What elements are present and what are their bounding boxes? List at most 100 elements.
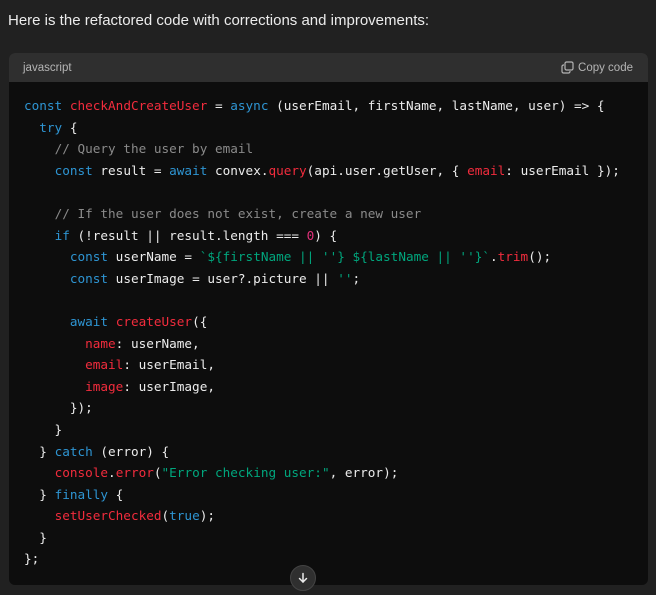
code-token: const — [54, 162, 93, 178]
code-token: : userName, — [115, 335, 200, 351]
clipboard-icon — [561, 61, 574, 74]
code-line: // Query the user by email — [24, 138, 620, 160]
code-token: ; — [352, 270, 361, 286]
code-token: } — [24, 443, 55, 459]
code-token: (!result || result.length === — [69, 227, 307, 243]
code-language-label: javascript — [23, 61, 72, 74]
code-token: await — [69, 313, 109, 329]
code-token: ({ — [192, 313, 208, 329]
code-token: userImage = user?.picture || — [108, 270, 338, 286]
code-token: ( — [161, 508, 170, 524]
code-token: query — [268, 162, 307, 178]
code-token: createUser — [115, 313, 193, 329]
code-token: }); — [24, 400, 93, 416]
code-token: . — [108, 465, 116, 481]
code-line: email: userEmail, — [24, 354, 620, 376]
code-token: result = — [92, 162, 170, 178]
code-block-header: javascript Copy code — [9, 53, 648, 82]
code-line: await createUser({ — [24, 311, 620, 333]
code-token: ); — [199, 508, 215, 524]
code-token: name — [85, 335, 116, 351]
code-token: const — [24, 98, 70, 113]
scroll-to-bottom-button[interactable] — [290, 565, 316, 591]
code-token: email — [467, 162, 506, 178]
code-token: image — [85, 378, 124, 394]
code-line: setUserChecked(true); — [24, 505, 620, 527]
code-token: // If the user does not exist, create a … — [54, 205, 422, 221]
code-token: if — [54, 227, 70, 243]
copy-code-label: Copy code — [578, 61, 633, 74]
code-token: trim — [497, 249, 529, 265]
code-line: } finally { — [24, 484, 620, 506]
code-token: "Error checking user:" — [161, 465, 330, 481]
code-line: const userName = `${firstName || ''} ${l… — [24, 246, 620, 268]
code-line: console.error("Error checking user:", er… — [24, 462, 620, 484]
code-line: image: userImage, — [24, 376, 620, 398]
code-token: (error) { — [92, 443, 170, 459]
arrow-down-icon — [297, 572, 309, 584]
code-token: (api.user.getUser, { — [306, 162, 468, 178]
code-token: await — [169, 162, 208, 178]
code-token: : userImage, — [123, 378, 215, 394]
code-token: true — [169, 508, 200, 524]
code-line: } — [24, 527, 620, 549]
code-line: }; — [24, 548, 620, 570]
code-token: ( — [153, 465, 162, 481]
code-token: '' — [337, 270, 353, 286]
assistant-message-text: Here is the refactored code with correct… — [8, 12, 430, 29]
code-token: { — [108, 486, 124, 502]
code-token: { — [62, 119, 78, 135]
code-token: : userEmail, — [123, 357, 215, 373]
code-token: convex. — [207, 162, 269, 178]
code-block: javascript Copy code const checkAndCreat… — [9, 53, 648, 585]
code-token: : userEmail }); — [505, 162, 620, 178]
code-token: catch — [54, 443, 93, 459]
code-token: = — [207, 98, 231, 113]
code-token: finally — [54, 486, 109, 502]
code-token: ) { — [314, 227, 338, 243]
code-token: try — [39, 119, 63, 135]
code-line: name: userName, — [24, 333, 620, 355]
code-line: const userImage = user?.picture || ''; — [24, 268, 620, 290]
code-token: setUserChecked — [54, 508, 162, 524]
code-token: console — [54, 465, 109, 481]
code-token: (); — [528, 249, 552, 265]
code-token: . — [489, 249, 498, 265]
code-line: const checkAndCreateUser = async (userEm… — [24, 95, 620, 117]
code-token: // Query the user by email — [54, 141, 254, 157]
code-content: const checkAndCreateUser = async (userEm… — [24, 95, 620, 570]
code-token: userName = — [108, 249, 200, 265]
code-token: const — [69, 249, 109, 265]
chat-page: Here is the refactored code with correct… — [0, 0, 656, 595]
code-token: checkAndCreateUser — [69, 98, 208, 113]
code-line: } — [24, 419, 620, 441]
copy-code-button[interactable]: Copy code — [561, 61, 633, 74]
code-token: error — [115, 465, 154, 481]
code-token: , error); — [329, 465, 399, 481]
code-token: `${firstName || ''} ${lastName || ''}` — [199, 249, 490, 265]
code-token: email — [85, 357, 124, 373]
code-token: const — [69, 270, 109, 286]
code-line: if (!result || result.length === 0) { — [24, 225, 620, 247]
code-token: async — [230, 98, 269, 113]
code-line: }); — [24, 397, 620, 419]
code-token: } — [24, 529, 47, 545]
code-line: } catch (error) { — [24, 441, 620, 463]
code-line: try { — [24, 117, 620, 139]
code-line: // If the user does not exist, create a … — [24, 203, 620, 225]
